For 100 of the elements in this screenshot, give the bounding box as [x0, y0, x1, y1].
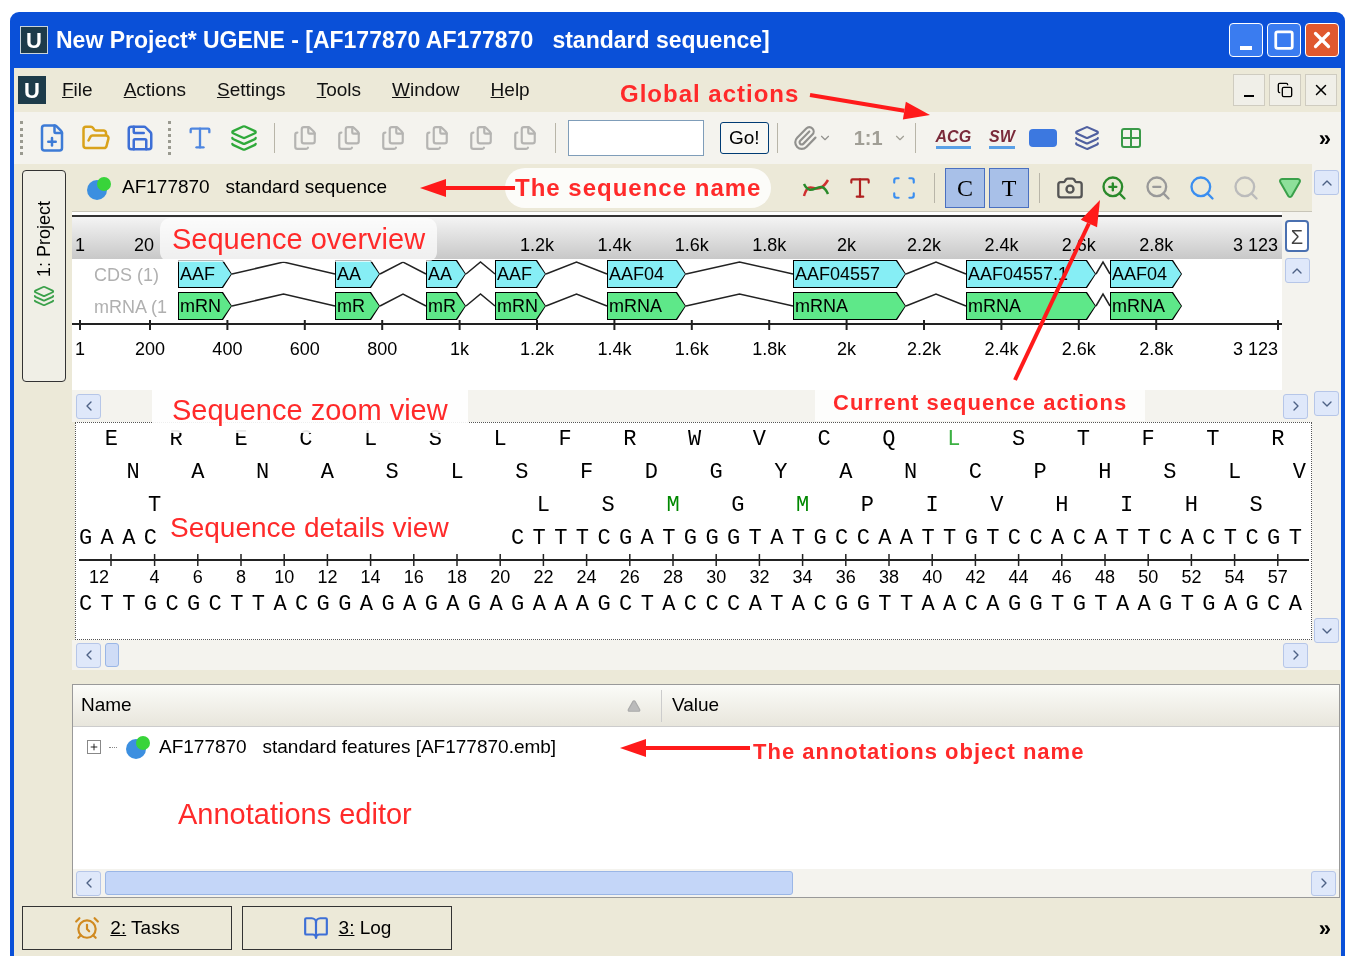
feature-arrow[interactable]: AAF04557	[793, 260, 906, 288]
close-button[interactable]	[1305, 23, 1339, 57]
ruler-label: 18	[447, 566, 467, 588]
ruler-label: 34	[792, 566, 813, 588]
ruler-label: 48	[1095, 566, 1115, 588]
dna-strand: CTTTCGATGGGTATGCCAATTGTCCACATTCACTCGT	[511, 525, 1311, 553]
amino-acid-letter: H	[1097, 459, 1113, 487]
callout-label: Global actions	[620, 79, 800, 109]
feature-arrow[interactable]: AAF	[178, 260, 232, 288]
ruler-label: 3 123	[1232, 234, 1278, 257]
scroll-down-button[interactable]	[1314, 391, 1339, 416]
minimize-icon	[1244, 95, 1254, 97]
sort-icon	[627, 698, 641, 713]
bottom-tab[interactable]: 2: Tasks	[22, 906, 232, 950]
amino-acid-letter: I	[1118, 492, 1135, 520]
scroll-thumb[interactable]	[105, 643, 119, 667]
callout-label: The annotations object name	[753, 738, 1085, 766]
expand-toggle[interactable]	[87, 740, 101, 754]
search-tool-button[interactable]: ACG	[935, 127, 972, 149]
project-tab[interactable]: 1: Project	[22, 170, 66, 382]
column-header[interactable]: Value	[662, 691, 720, 720]
amino-acid-letter: F	[1140, 426, 1156, 454]
amino-acid-letter: F	[578, 459, 595, 487]
scroll-up-button[interactable]	[1314, 170, 1339, 195]
ruler-label: 42	[965, 566, 986, 588]
scroll-up-button[interactable]	[1284, 258, 1310, 283]
amino-acid-letter: S	[384, 459, 400, 487]
ruler-label: 800	[367, 338, 398, 361]
menu-item[interactable]: File	[62, 75, 93, 105]
maximize-button[interactable]	[1267, 23, 1301, 57]
menu-item[interactable]: Settings	[216, 75, 286, 105]
amino-acid-letter: R	[1270, 426, 1286, 454]
feature-arrow[interactable]: AAF04	[607, 260, 686, 288]
scroll-left-button[interactable]	[76, 393, 101, 419]
feature-arrow[interactable]: mRNA	[1110, 292, 1182, 320]
feature-arrow[interactable]: AA	[335, 260, 380, 288]
view-toggle-button[interactable]: C	[945, 167, 985, 208]
scroll-left-button[interactable]	[76, 642, 101, 668]
ruler-label: 50	[1138, 566, 1159, 588]
ruler-label: 36	[835, 566, 856, 588]
app-logo: U	[18, 76, 46, 104]
amino-acid-letter: G	[730, 492, 746, 520]
callout-label: Sequence zoom view	[152, 389, 468, 433]
amino-acid-letter: V	[751, 426, 767, 454]
column-header[interactable]: Name	[73, 691, 661, 720]
intron-line	[905, 261, 967, 275]
ruler-label: 8	[236, 566, 246, 588]
feature-arrow[interactable]: AA	[426, 260, 466, 288]
scroll-left-button[interactable]	[76, 870, 101, 896]
amino-acid-letter: D	[643, 459, 659, 487]
tabs-overflow[interactable]: »	[1318, 911, 1331, 945]
amino-acid-letter: N	[255, 459, 271, 487]
feature-arrow[interactable]: mR	[335, 292, 380, 320]
menu-item[interactable]: Actions	[123, 75, 186, 105]
feature-arrow[interactable]: AAF	[495, 260, 546, 288]
scroll-right-button[interactable]	[1283, 642, 1308, 668]
feature-arrow[interactable]: mRNA	[607, 292, 686, 320]
ruler-label: 20	[134, 234, 154, 257]
search-field[interactable]	[568, 120, 704, 156]
menu-item[interactable]: Tools	[316, 75, 361, 105]
ruler-label: 16	[403, 566, 424, 588]
scroll-down-button[interactable]	[1314, 618, 1339, 643]
sum-button[interactable]: Σ	[1285, 220, 1309, 252]
ruler-label: 2.8k	[1139, 338, 1174, 361]
go-button[interactable]: Go!	[720, 122, 769, 154]
amino-acid-letter: C	[816, 426, 832, 454]
close-document-button[interactable]	[1305, 74, 1337, 106]
feature-arrow[interactable]: mRNA	[793, 292, 906, 320]
amino-acid-letter: L	[535, 492, 551, 520]
scroll-right-button[interactable]	[1311, 870, 1336, 896]
view-toggle-button[interactable]: T	[989, 167, 1029, 208]
search-tool-button[interactable]: SW	[989, 127, 1015, 149]
feature-arrow[interactable]: mR	[426, 292, 466, 320]
feature-arrow[interactable]: mRN	[495, 292, 546, 320]
ruler-label: 30	[706, 566, 727, 588]
ruler-label: 10	[274, 566, 295, 588]
amino-acid-letter: S	[1162, 459, 1178, 487]
menu-item[interactable]: Help	[490, 75, 530, 105]
scroll-right-button[interactable]	[1283, 393, 1308, 419]
amino-acid-letter: L	[492, 426, 508, 454]
restore-button[interactable]	[1269, 74, 1301, 106]
annotation-object-name[interactable]: AF177870 standard features [AF177870.emb]	[159, 732, 557, 762]
ruler-label: 52	[1181, 566, 1202, 588]
amino-acid-letter: M	[794, 492, 811, 520]
intron-line	[465, 293, 496, 307]
feature-arrow[interactable]: mRNA	[966, 292, 1096, 320]
minimize-button[interactable]	[1229, 23, 1263, 57]
scroll-thumb[interactable]	[105, 871, 793, 895]
intron-line	[379, 293, 427, 307]
amino-acid-letter: C	[967, 459, 983, 487]
ruler-label: 1.8k	[752, 234, 787, 257]
amino-acid-letter: S	[1010, 426, 1027, 454]
bottom-tab[interactable]: 3: Log	[242, 906, 452, 950]
intron-line	[379, 261, 427, 275]
menu-item[interactable]: Window	[392, 75, 460, 105]
callout-label: Annotations editor	[178, 797, 412, 832]
ruler-label: 400	[212, 338, 243, 361]
feature-arrow[interactable]: mRN	[178, 292, 232, 320]
feature-arrow[interactable]: AAF04	[1110, 260, 1182, 288]
toolbar-overflow[interactable]: »	[1318, 121, 1331, 155]
